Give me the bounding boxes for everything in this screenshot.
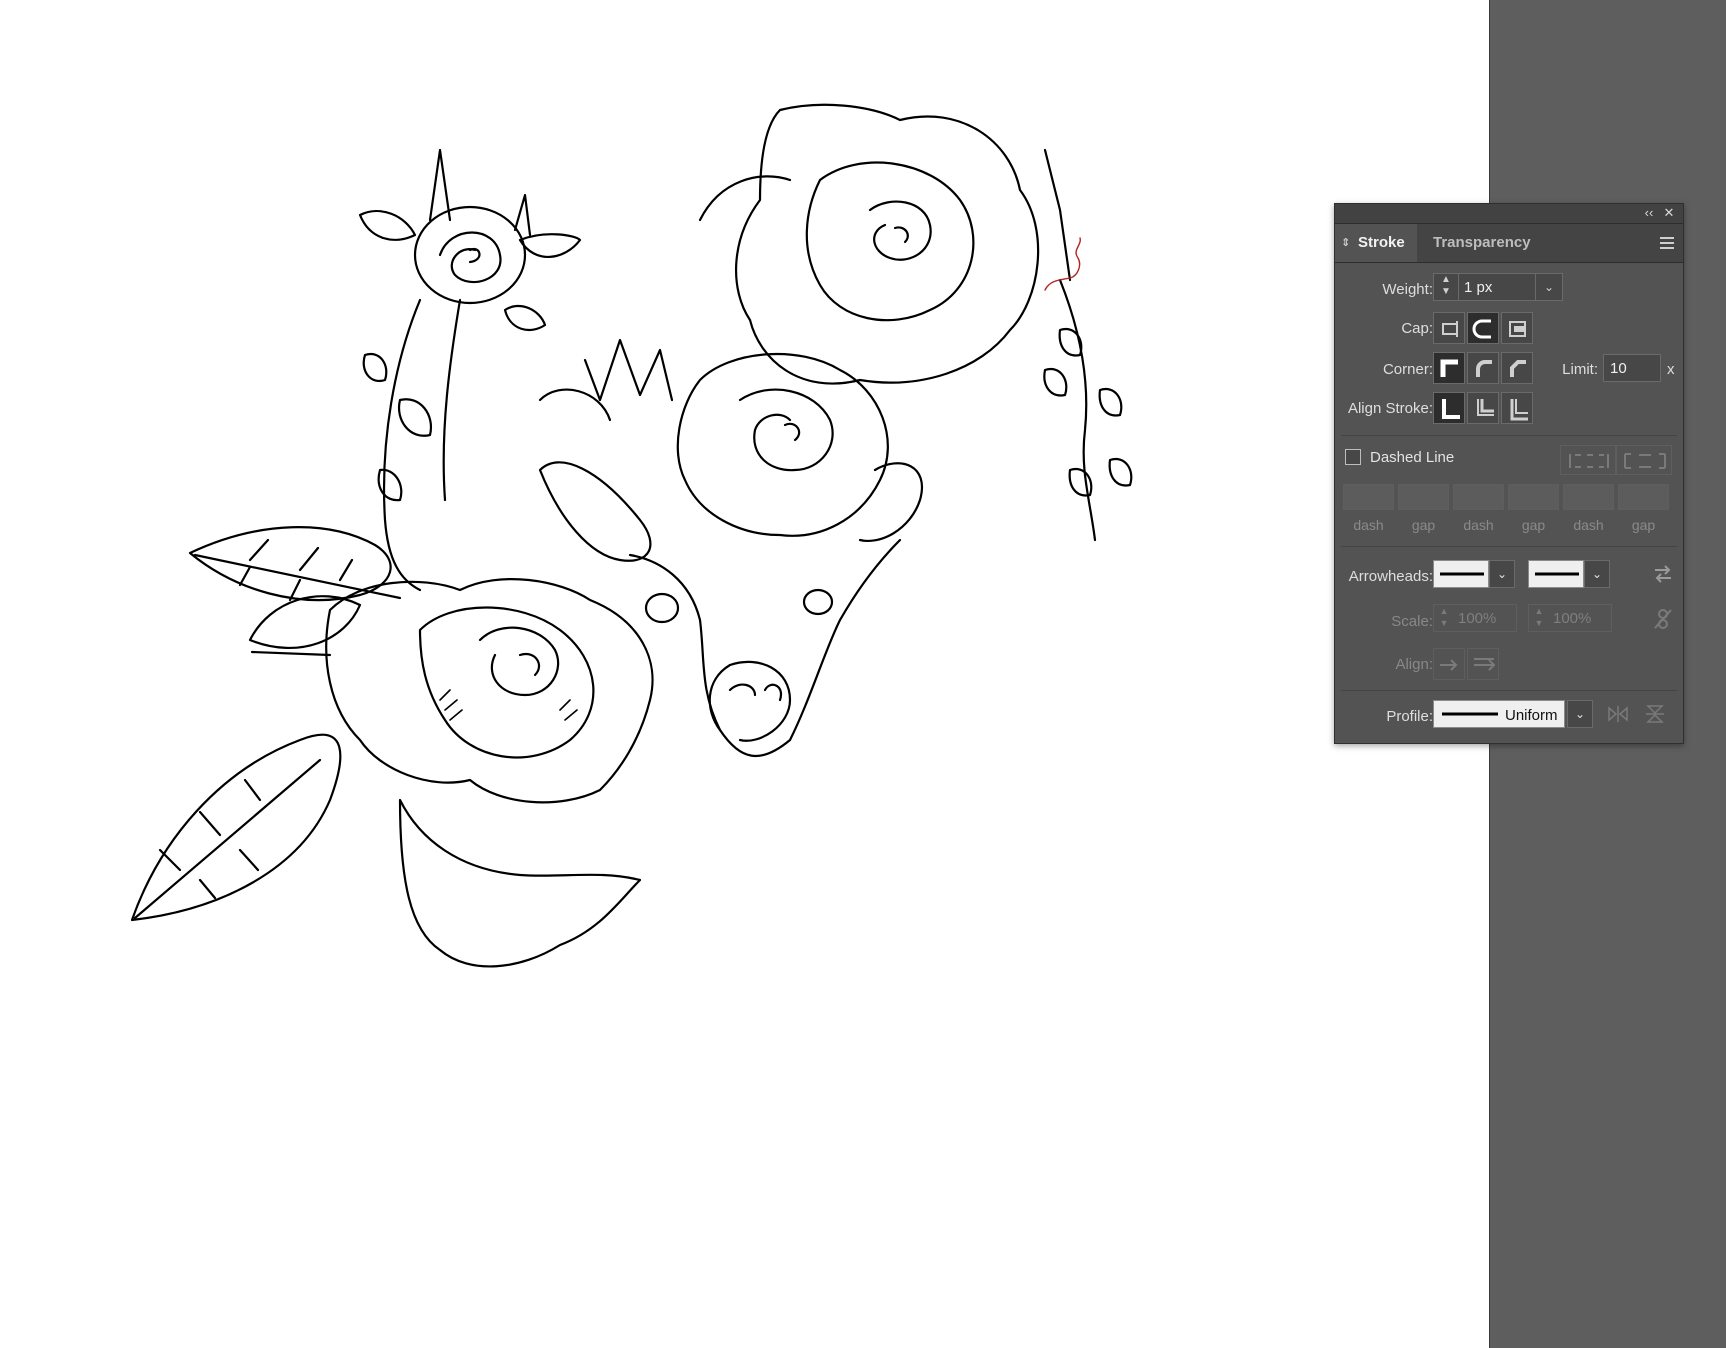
gap-label-1: gap bbox=[1411, 517, 1436, 533]
bevel-join-button[interactable] bbox=[1501, 352, 1533, 384]
arrowheads-label: Arrowheads: bbox=[1348, 568, 1433, 585]
divider bbox=[1341, 435, 1677, 436]
tab-transparency-label: Transparency bbox=[1433, 234, 1531, 251]
chevron-down-icon[interactable]: ⌄ bbox=[1567, 700, 1593, 728]
gap-label-2: gap bbox=[1521, 517, 1546, 533]
align-label: Align: bbox=[1395, 656, 1433, 673]
weight-stepper[interactable]: ▲ ▼ bbox=[1434, 274, 1459, 300]
weight-label: Weight: bbox=[1382, 281, 1433, 298]
place-arrow-tip-button[interactable] bbox=[1467, 648, 1499, 680]
stroke-panel[interactable]: ‹‹ ✕ ⇕ Stroke Transparency Weight: ▲ ▼ 1 … bbox=[1334, 203, 1684, 744]
start-scale-value[interactable]: 100% bbox=[1458, 610, 1496, 627]
chevron-down-icon[interactable]: ⌄ bbox=[1535, 274, 1562, 300]
panel-titlebar[interactable]: ‹‹ ✕ bbox=[1335, 204, 1683, 224]
dash-label-3: dash bbox=[1573, 517, 1604, 533]
profile-value: Uniform bbox=[1505, 707, 1558, 724]
selected-path[interactable] bbox=[1044, 237, 1081, 291]
projecting-cap-button[interactable] bbox=[1501, 312, 1533, 344]
deer-head[interactable] bbox=[538, 338, 923, 758]
dash-field-1[interactable] bbox=[1343, 484, 1394, 510]
swap-arrowheads-icon[interactable] bbox=[1653, 564, 1673, 584]
tab-transparency[interactable]: Transparency bbox=[1419, 224, 1539, 262]
artboard[interactable] bbox=[0, 0, 1489, 1348]
end-scale-value[interactable]: 100% bbox=[1553, 610, 1591, 627]
limit-suffix: x bbox=[1667, 361, 1675, 378]
round-join-button[interactable] bbox=[1467, 352, 1499, 384]
gap-field-2[interactable] bbox=[1508, 484, 1559, 510]
align-stroke-label: Align Stroke: bbox=[1347, 400, 1433, 417]
weight-value[interactable]: 1 px bbox=[1464, 279, 1492, 296]
weight-field[interactable]: ▲ ▼ 1 px ⌄ bbox=[1433, 273, 1563, 301]
dash-field-2[interactable] bbox=[1453, 484, 1504, 510]
align-stroke-outside-button[interactable] bbox=[1501, 392, 1533, 424]
small-rose-top-left[interactable] bbox=[358, 148, 582, 592]
dash-field-3[interactable] bbox=[1563, 484, 1614, 510]
illustrator-workspace: ‹‹ ✕ ⇕ Stroke Transparency Weight: ▲ ▼ 1 … bbox=[0, 0, 1726, 1348]
chevron-down-icon[interactable]: ⌄ bbox=[1584, 560, 1610, 588]
miter-limit-field[interactable]: 10 bbox=[1603, 354, 1661, 382]
end-arrowhead-select[interactable] bbox=[1528, 560, 1584, 588]
tab-stroke-label: Stroke bbox=[1358, 234, 1405, 251]
dashed-line-checkbox[interactable] bbox=[1345, 449, 1361, 465]
divider bbox=[1341, 690, 1677, 691]
extend-arrow-tip-button[interactable] bbox=[1433, 648, 1465, 680]
large-rose-bottom[interactable] bbox=[325, 578, 654, 968]
scale-label: Scale: bbox=[1391, 613, 1433, 630]
flip-along-icon[interactable] bbox=[1607, 704, 1629, 724]
dashed-line-label: Dashed Line bbox=[1370, 449, 1455, 466]
leaf-cluster-left[interactable] bbox=[130, 526, 402, 922]
close-icon[interactable]: ✕ bbox=[1661, 205, 1677, 221]
start-scale-field[interactable]: ▲ ▼ 100% bbox=[1433, 604, 1517, 632]
width-profile-select[interactable]: Uniform bbox=[1433, 700, 1565, 728]
dash-label-1: dash bbox=[1353, 517, 1384, 533]
chevron-down-icon[interactable]: ⌄ bbox=[1489, 560, 1515, 588]
end-scale-stepper[interactable]: ▲ ▼ bbox=[1529, 605, 1549, 631]
gap-label-3: gap bbox=[1631, 517, 1656, 533]
double-chevron-left-icon[interactable]: ‹‹ bbox=[1641, 205, 1657, 221]
align-stroke-inside-button[interactable] bbox=[1467, 392, 1499, 424]
corner-label: Corner: bbox=[1382, 361, 1433, 378]
cap-label: Cap: bbox=[1401, 320, 1433, 337]
hamburger-menu-icon[interactable] bbox=[1659, 236, 1675, 250]
profile-label: Profile: bbox=[1386, 708, 1433, 725]
up-down-arrows-icon[interactable]: ⇕ bbox=[1341, 224, 1350, 262]
align-stroke-center-button[interactable] bbox=[1433, 392, 1465, 424]
panel-tab-bar: ⇕ Stroke Transparency bbox=[1335, 224, 1683, 263]
start-arrowhead-select[interactable] bbox=[1433, 560, 1489, 588]
miter-limit-value[interactable]: 10 bbox=[1610, 360, 1627, 377]
dash-preserve-button[interactable] bbox=[1560, 445, 1616, 475]
hanging-vine-right[interactable] bbox=[1043, 148, 1133, 542]
round-cap-button[interactable] bbox=[1467, 312, 1499, 344]
dash-align-corners-button[interactable] bbox=[1616, 445, 1672, 475]
miter-join-button[interactable] bbox=[1433, 352, 1465, 384]
link-scale-icon[interactable] bbox=[1653, 608, 1673, 630]
start-scale-stepper[interactable]: ▲ ▼ bbox=[1434, 605, 1454, 631]
limit-label: Limit: bbox=[1562, 361, 1598, 378]
gap-field-3[interactable] bbox=[1618, 484, 1669, 510]
large-rose-top-right[interactable] bbox=[698, 103, 1040, 385]
flip-across-icon[interactable] bbox=[1644, 704, 1666, 724]
medium-rose-middle[interactable] bbox=[676, 352, 889, 537]
divider bbox=[1341, 546, 1677, 547]
end-scale-field[interactable]: ▲ ▼ 100% bbox=[1528, 604, 1612, 632]
dash-label-2: dash bbox=[1463, 517, 1494, 533]
gap-field-1[interactable] bbox=[1398, 484, 1449, 510]
tab-stroke[interactable]: ⇕ Stroke bbox=[1335, 224, 1417, 262]
butt-cap-button[interactable] bbox=[1433, 312, 1465, 344]
deer-and-roses-line-artwork[interactable] bbox=[0, 0, 1489, 1348]
